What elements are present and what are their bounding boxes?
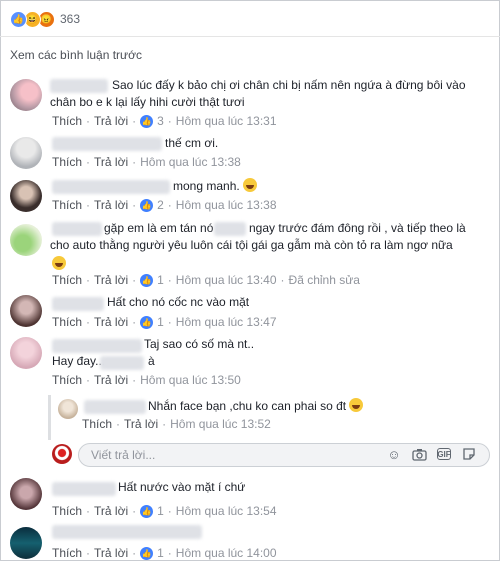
- avatar[interactable]: [52, 444, 72, 464]
- avatar[interactable]: [10, 137, 42, 169]
- reply-link[interactable]: Trả lời: [94, 315, 128, 329]
- commenter-name[interactable]: [52, 180, 170, 194]
- timestamp[interactable]: Hôm qua lúc 13:52: [170, 417, 271, 431]
- like-icon: 👍: [10, 10, 27, 28]
- sticker-icon[interactable]: [461, 446, 477, 462]
- like-icon: 👍: [140, 546, 154, 560]
- redacted-mention: [214, 222, 246, 236]
- reply-link[interactable]: Trả lời: [94, 198, 128, 212]
- like-link[interactable]: Thích: [52, 273, 82, 287]
- reaction-count: 363: [60, 12, 81, 26]
- reactions-summary[interactable]: 👍 😆 😠 363: [10, 9, 80, 29]
- comment-text: ngay trước đám đông rồi , và tiếp theo l…: [249, 221, 466, 235]
- comment-text: mong manh.: [173, 179, 240, 193]
- reply-thread-line: [48, 395, 51, 440]
- avatar[interactable]: [10, 478, 42, 510]
- timestamp[interactable]: Hôm qua lúc 14:00: [176, 546, 277, 560]
- like-link[interactable]: Thích: [52, 546, 82, 560]
- commenter-name[interactable]: [52, 297, 104, 311]
- avatar[interactable]: [10, 180, 42, 212]
- comment-text: Hay đay...: [52, 354, 106, 368]
- avatar[interactable]: [58, 399, 78, 419]
- gif-icon[interactable]: GIF: [436, 446, 452, 462]
- reply-link[interactable]: Trả lời: [124, 417, 158, 431]
- like-icon: 👍: [140, 504, 154, 518]
- commenter-name[interactable]: [52, 482, 116, 496]
- smile-emoji-icon: [349, 398, 364, 412]
- like-link[interactable]: Thích: [52, 155, 82, 169]
- timestamp[interactable]: Hôm qua lúc 13:38: [140, 155, 241, 169]
- reply-input[interactable]: [89, 446, 343, 464]
- reply-link[interactable]: Trả lời: [94, 155, 128, 169]
- comment-text: Nhắn face bạn ,chu ko can phai so đt: [148, 399, 347, 413]
- reply-link[interactable]: Trả lời: [94, 504, 128, 518]
- like-count[interactable]: 1: [157, 273, 164, 287]
- like-count[interactable]: 1: [157, 546, 164, 560]
- like-link[interactable]: Thích: [52, 315, 82, 329]
- like-link[interactable]: Thích: [82, 417, 112, 431]
- avatar[interactable]: [10, 295, 42, 327]
- timestamp[interactable]: Hôm qua lúc 13:40: [176, 273, 277, 287]
- commenter-name[interactable]: [52, 525, 202, 539]
- like-icon: 👍: [140, 114, 154, 128]
- comment-text: thế cm ơi.: [165, 136, 219, 150]
- like-link[interactable]: Thích: [52, 198, 82, 212]
- divider: [0, 36, 500, 37]
- timestamp[interactable]: Hôm qua lúc 13:31: [176, 114, 277, 128]
- reply-link[interactable]: Trả lời: [94, 373, 128, 387]
- like-count[interactable]: 1: [157, 504, 164, 518]
- avatar[interactable]: [10, 337, 42, 369]
- emoji-icon[interactable]: ☺: [386, 446, 402, 462]
- comment-text: Taj sao có số mà nt..: [144, 337, 255, 351]
- comment-text: à: [148, 354, 155, 368]
- comment-text: chân bo e k lại lấy hihi cười thật tươi: [50, 95, 245, 109]
- redacted-text: [100, 356, 144, 370]
- edited-label[interactable]: Đã chỉnh sửa: [289, 273, 360, 287]
- commenter-name[interactable]: [84, 400, 146, 414]
- timestamp[interactable]: Hôm qua lúc 13:47: [176, 315, 277, 329]
- like-link[interactable]: Thích: [52, 504, 82, 518]
- like-count[interactable]: 1: [157, 315, 164, 329]
- comment-text: Sao lúc đấy k bảo chị ơi chân chi bị nấm…: [112, 78, 466, 92]
- like-icon: 👍: [140, 273, 154, 287]
- commenter-name[interactable]: [52, 222, 102, 236]
- like-count[interactable]: 3: [157, 114, 164, 128]
- timestamp[interactable]: Hôm qua lúc 13:50: [140, 373, 241, 387]
- like-icon: 👍: [140, 315, 154, 329]
- avatar[interactable]: [10, 224, 42, 256]
- view-previous-comments-link[interactable]: Xem các bình luận trước: [10, 48, 142, 62]
- like-count[interactable]: 2: [157, 198, 164, 212]
- avatar[interactable]: [10, 79, 42, 111]
- smile-emoji-icon: [52, 256, 66, 270]
- comment-text: Hất nước vào mặt í chứ: [118, 480, 246, 494]
- reply-composer[interactable]: ☺ GIF: [78, 443, 490, 467]
- avatar[interactable]: [10, 527, 42, 559]
- laughing-emoji-icon: [243, 178, 258, 192]
- reply-link[interactable]: Trả lời: [94, 273, 128, 287]
- timestamp[interactable]: Hôm qua lúc 13:54: [176, 504, 277, 518]
- camera-icon[interactable]: [411, 446, 427, 462]
- comment-text: gặp em là em tán nó: [104, 221, 214, 235]
- commenter-name[interactable]: [52, 137, 162, 151]
- reply-link[interactable]: Trả lời: [94, 546, 128, 560]
- comment-text: cho auto thằng người yêu luôn cái tội gá…: [50, 238, 453, 252]
- timestamp[interactable]: Hôm qua lúc 13:38: [176, 198, 277, 212]
- commenter-name[interactable]: [52, 339, 142, 353]
- like-link[interactable]: Thích: [52, 373, 82, 387]
- reply-link[interactable]: Trả lời: [94, 114, 128, 128]
- like-link[interactable]: Thích: [52, 114, 82, 128]
- commenter-name[interactable]: [50, 79, 108, 93]
- like-icon: 👍: [140, 198, 154, 212]
- comment-text: Hất cho nó cốc nc vào mặt: [107, 295, 250, 309]
